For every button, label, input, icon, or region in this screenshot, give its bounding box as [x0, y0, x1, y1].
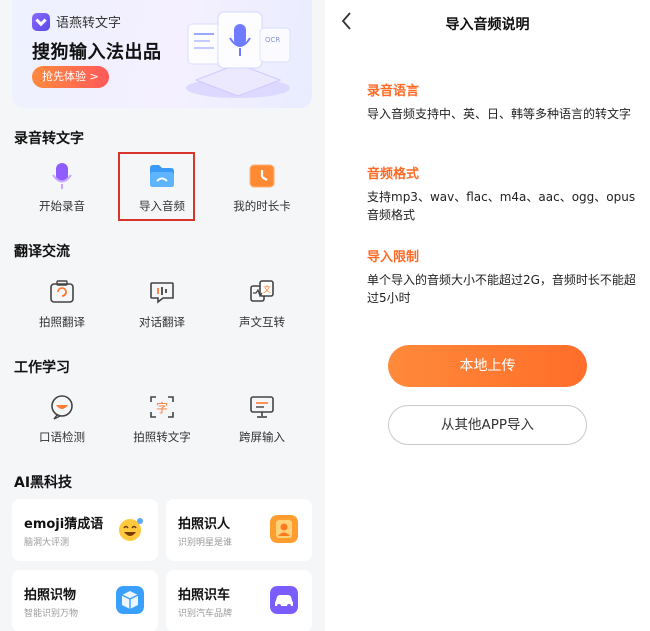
oral-check-button[interactable]: 口语检测 — [12, 393, 112, 445]
import-audio-detail-pane: 导入音频说明 录音语言 导入音频支持中、英、日、韩等多种语言的转文字 音频格式 … — [325, 0, 650, 631]
home-pane: 语燕转文字 搜狗输入法出品 抢先体验 > OCR 录音转文字 开始录音 导入音频… — [0, 0, 325, 631]
svg-text:文: 文 — [263, 284, 271, 294]
info-block-limit: 导入限制 单个导入的音频大小不能超过2G，音频时长不能超过5小时 — [367, 246, 637, 307]
banner-illustration: OCR — [186, 11, 291, 98]
start-recording-label: 开始录音 — [39, 199, 85, 213]
section-title-record: 录音转文字 — [14, 131, 84, 147]
promo-banner[interactable]: 语燕转文字 搜狗输入法出品 抢先体验 > OCR — [12, 0, 312, 108]
brand-row: 语燕转文字 — [32, 12, 121, 31]
page-title: 导入音频说明 — [445, 17, 530, 33]
svg-text:字: 字 — [156, 400, 168, 415]
translate-grid: 拍照翻译 对话翻译 文 声文互转 — [12, 278, 312, 330]
svg-text:OCR: OCR — [265, 36, 280, 44]
info-body: 单个导入的音频大小不能超过2G，音频时长不能超过5小时 — [367, 273, 636, 305]
person-portrait-icon — [270, 515, 298, 543]
cross-screen-input-button[interactable]: 跨屏输入 — [212, 393, 312, 445]
photo-identify-object-card[interactable]: 拍照识物 智能识别万物 — [12, 570, 158, 631]
try-now-button[interactable]: 抢先体验 > — [32, 66, 109, 88]
photo-to-text-button[interactable]: 字 拍照转文字 — [112, 393, 212, 445]
photo-translate-label: 拍照翻译 — [39, 315, 85, 329]
photo-to-text-label: 拍照转文字 — [133, 430, 191, 444]
dialog-translate-button[interactable]: 对话翻译 — [112, 278, 212, 330]
emoji-idiom-card[interactable]: emoji猜成语 脑洞大评测 — [12, 499, 158, 561]
speech-bubble-icon — [48, 393, 76, 421]
info-body: 支持mp3、wav、flac、m4a、aac、ogg、opus音频格式 — [367, 190, 636, 222]
info-body: 导入音频支持中、英、日、韩等多种语言的转文字 — [367, 107, 632, 121]
card-subtitle: 识别汽车品牌 — [178, 609, 233, 619]
info-heading: 录音语言 — [367, 84, 420, 99]
scan-text-icon: 字 — [148, 393, 176, 421]
dialog-translate-icon — [148, 278, 176, 306]
import-audio-highlight-box — [118, 152, 195, 221]
card-title: 拍照识物 — [24, 588, 77, 603]
photo-translate-button[interactable]: 拍照翻译 — [12, 278, 112, 330]
card-title: 拍照识车 — [178, 588, 231, 603]
brand-name: 语燕转文字 — [56, 16, 122, 31]
info-block-language: 录音语言 导入音频支持中、英、日、韩等多种语言的转文字 — [367, 80, 637, 123]
cross-screen-input-label: 跨屏输入 — [239, 430, 285, 444]
local-upload-button[interactable]: 本地上传 — [388, 345, 587, 387]
voice-text-convert-label: 声文互转 — [239, 315, 285, 329]
voice-text-icon: 文 — [248, 278, 276, 306]
my-time-card-label: 我的时长卡 — [233, 199, 291, 213]
info-block-format: 音频格式 支持mp3、wav、flac、m4a、aac、ogg、opus音频格式 — [367, 163, 637, 224]
oral-check-label: 口语检测 — [39, 430, 85, 444]
card-title: emoji猜成语 — [24, 517, 104, 532]
camera-translate-icon — [48, 278, 76, 306]
banner-title: 搜狗输入法出品 — [32, 42, 162, 63]
emoji-face-icon — [119, 518, 143, 541]
info-heading: 导入限制 — [367, 250, 420, 265]
import-from-other-app-button[interactable]: 从其他APP导入 — [388, 405, 587, 445]
section-title-translate: 翻译交流 — [14, 244, 70, 260]
section-title-ai: AI黑科技 — [14, 475, 73, 491]
card-subtitle: 脑洞大评测 — [24, 538, 70, 548]
start-recording-button[interactable]: 开始录音 — [12, 162, 112, 214]
object-cube-icon — [116, 586, 144, 614]
my-time-card-button[interactable]: 我的时长卡 — [212, 162, 312, 214]
car-icon — [270, 586, 298, 614]
monitor-icon — [248, 393, 276, 421]
voice-text-convert-button[interactable]: 文 声文互转 — [212, 278, 312, 330]
study-grid: 口语检测 字 拍照转文字 跨屏输入 — [12, 393, 312, 445]
photo-identify-person-card[interactable]: 拍照识人 识别明星是谁 — [166, 499, 312, 561]
card-title: 拍照识人 — [178, 517, 231, 532]
microphone-icon — [48, 162, 76, 190]
photo-identify-car-card[interactable]: 拍照识车 识别汽车品牌 — [166, 570, 312, 631]
section-title-study: 工作学习 — [14, 360, 70, 376]
time-card-icon — [248, 162, 276, 190]
card-subtitle: 识别明星是谁 — [178, 538, 233, 548]
info-heading: 音频格式 — [367, 167, 420, 182]
card-subtitle: 智能识别万物 — [24, 609, 79, 619]
dialog-translate-label: 对话翻译 — [139, 315, 185, 329]
brand-logo-icon — [32, 12, 50, 31]
